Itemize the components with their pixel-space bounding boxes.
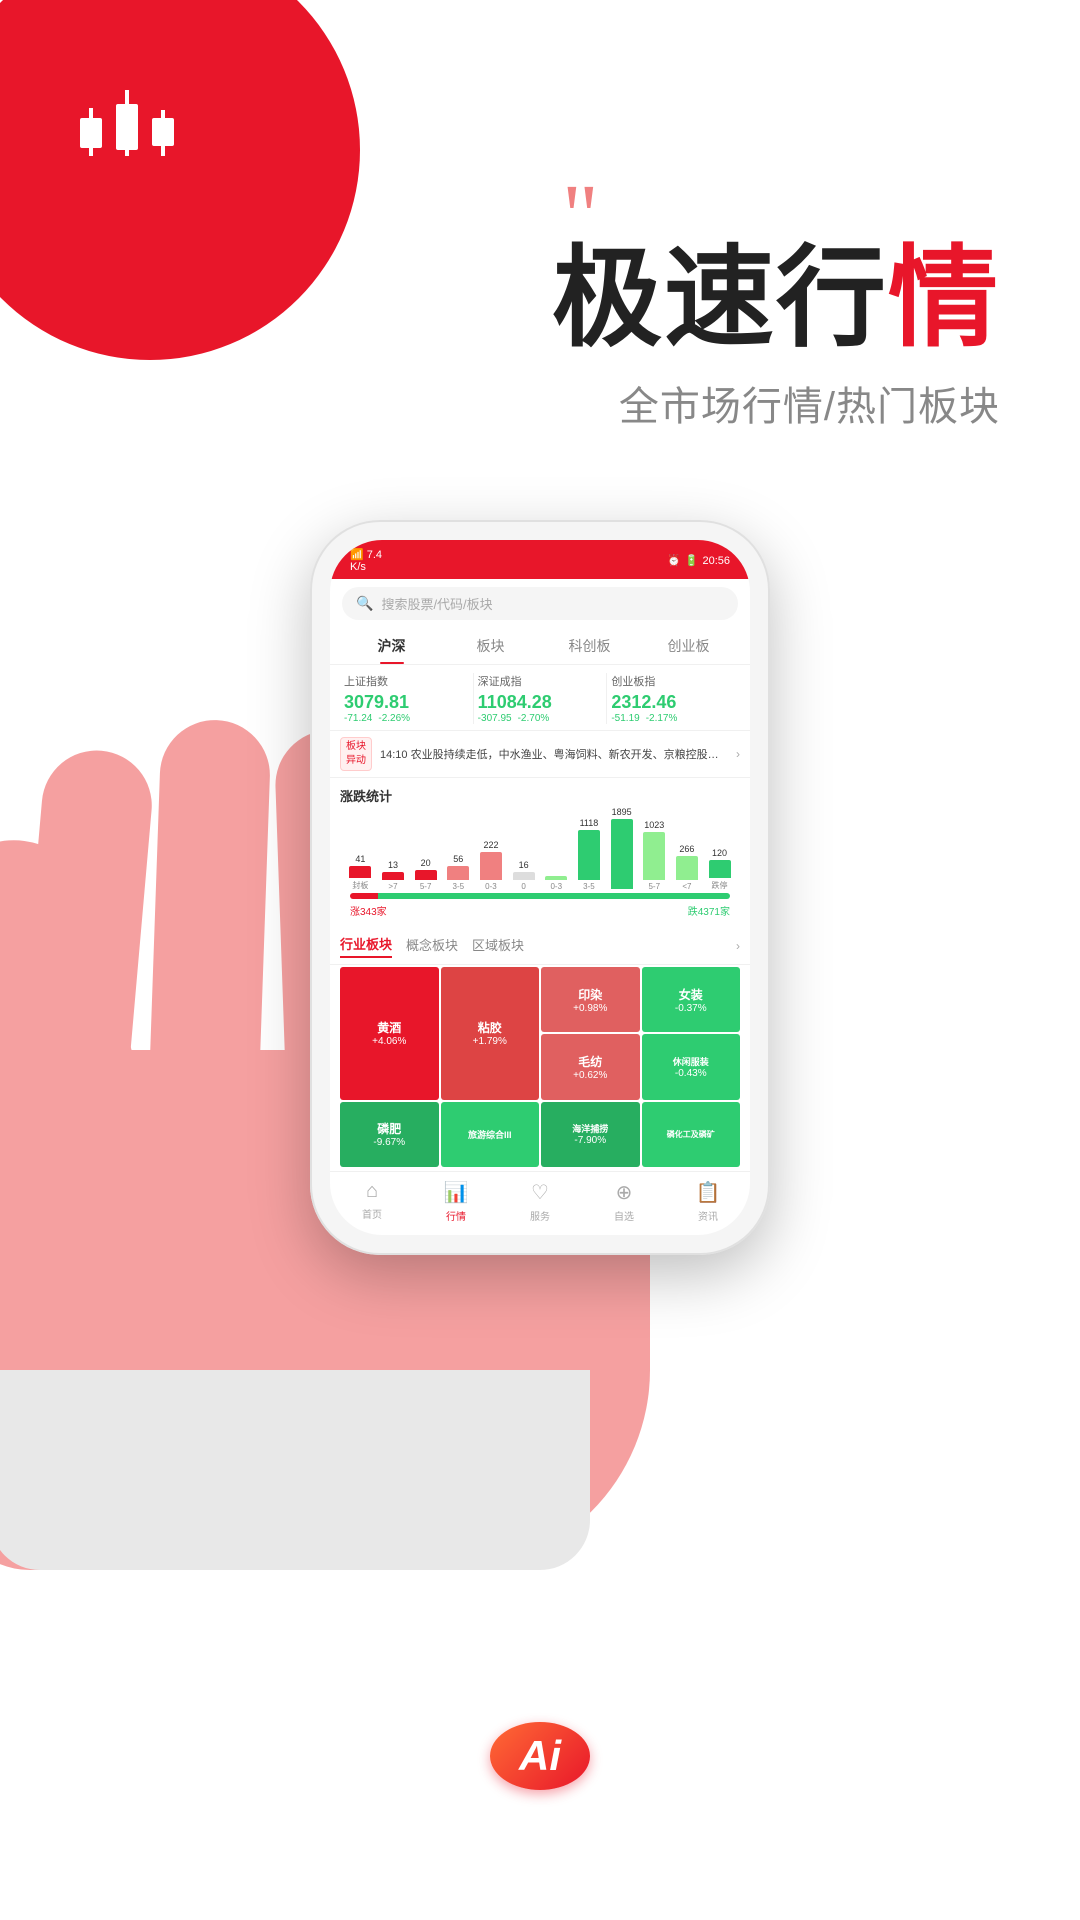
nav-service[interactable]: ♡ 服务 [498,1180,582,1223]
market-indices: 上证指数 3079.81 -71.24 -2.26% 深证成指 11084.28… [330,665,750,731]
rise-progress [350,893,378,899]
nav-watchlist[interactable]: ⊕ 自选 [582,1180,666,1223]
cell-huangjiu[interactable]: 黄酒 +4.06% [340,967,439,1100]
bar-266: 266 <7 [676,844,698,891]
cell-haiyangbulao[interactable]: 海洋捕捞 -7.90% [541,1102,640,1167]
nav-market[interactable]: 📊 行情 [414,1180,498,1223]
cell-linfei[interactable]: 磷肥 -9.67% [340,1102,439,1167]
bar-1023: 1023 5-7 [643,820,665,891]
tab-concept[interactable]: 概念板块 [406,935,458,957]
hero-subtitle: 全市场行情/热门板块 [552,374,1000,432]
tab-husheng[interactable]: 沪深 [342,628,441,664]
tab-bankuai[interactable]: 板块 [441,628,540,664]
search-icon: 🔍 [356,595,373,612]
cell-yinran[interactable]: 印染 +0.98% [541,967,640,1032]
bar-56: 56 3-5 [447,854,469,891]
cell-xiuxianfuzhuang[interactable]: 休闲服装 -0.43% [642,1034,741,1099]
bar-20: 20 5-7 [415,858,437,891]
home-icon: ⌂ [366,1180,378,1203]
phone-mockup: 📶 7.4K/s ⏰ 🔋 20:56 🔍 搜索股票/代码/板块 沪深 [305,520,775,1255]
quote-marks: " [562,190,1000,244]
stats-section: 涨跌统计 41 封板 13 >7 20 [330,778,750,928]
index-shenzhen: 深证成指 11084.28 -307.95 -2.70% [474,673,608,724]
nav-watchlist-label: 自选 [614,1208,634,1223]
bar-16: 16 0 [513,860,535,891]
bar-13: 13 >7 [382,860,404,891]
news-icon: 📋 [696,1180,721,1205]
stats-title: 涨跌统计 [340,786,740,805]
battery-icon: 🔋 [685,554,699,567]
market-tabs: 沪深 板块 科创板 创业板 [330,628,750,665]
cell-lvyouzonghe[interactable]: 旅游综合III [441,1102,540,1167]
nav-service-label: 服务 [530,1208,550,1223]
alarm-icon: ⏰ [667,554,681,567]
bar-120: 120 跌停 [709,848,731,891]
search-bar[interactable]: 🔍 搜索股票/代码/板块 [342,587,738,620]
market-count-row: 涨343家 跌4371家 [340,901,740,924]
search-placeholder: 搜索股票/代码/板块 [381,594,492,613]
nav-home[interactable]: ⌂ 首页 [330,1180,414,1223]
status-icons: 📶 7.4K/s [350,548,382,573]
app-logo-icon [80,90,174,156]
status-left: 📶 7.4K/s [350,548,382,573]
bar-0-3: 0-3 [545,874,567,891]
bar-222: 222 0-3 [480,840,502,891]
nav-home-label: 首页 [362,1206,382,1221]
sector-more-icon[interactable]: › [736,939,740,953]
watchlist-icon: ⊕ [616,1180,633,1205]
cell-maofang[interactable]: 毛纺 +0.62% [541,1034,640,1099]
index-shanghai: 上证指数 3079.81 -71.24 -2.26% [340,673,474,724]
bar-1895: 1895 [611,807,633,891]
hero-title: 极速行情 [552,244,1000,354]
rise-fall-progress [350,893,730,899]
fall-count: 跌4371家 [688,903,730,918]
ticker-arrow-icon: › [736,747,740,761]
status-right: ⏰ 🔋 20:56 [667,554,730,567]
status-bar: 📶 7.4K/s ⏰ 🔋 20:56 [330,540,750,579]
bottom-navigation: ⌂ 首页 📊 行情 ♡ 服务 ⊕ 自选 📋 资讯 [330,1171,750,1235]
nav-news-label: 资讯 [698,1208,718,1223]
ai-badge-label: Ai [519,1732,561,1780]
bar-1118: 1118 3-5 [578,818,600,891]
hero-text-section: " 极速行情 全市场行情/热门板块 [552,190,1000,432]
tab-industry[interactable]: 行业板块 [340,934,392,958]
rise-count: 涨343家 [350,903,387,918]
tab-chuangye[interactable]: 创业板 [639,628,738,664]
tab-kechuang[interactable]: 科创板 [540,628,639,664]
bar-chart: 41 封板 13 >7 20 5-7 56 [340,811,740,891]
cell-nvzhuang[interactable]: 女装 -0.37% [642,967,741,1032]
fall-progress [378,893,730,899]
nav-market-label: 行情 [446,1208,466,1223]
sector-tabs: 行业板块 概念板块 区域板块 › [330,928,750,965]
nav-news[interactable]: 📋 资讯 [666,1180,750,1223]
red-circle-decoration [0,0,360,360]
sector-treemap: 黄酒 +4.06% 粘胶 +1.79% 印染 +0.98% 女装 -0.37% [340,967,740,1167]
bar-41: 41 封板 [349,854,371,891]
market-icon: 📊 [444,1180,469,1205]
phone-screen: 📶 7.4K/s ⏰ 🔋 20:56 🔍 搜索股票/代码/板块 沪深 [330,540,750,1235]
ai-badge[interactable]: Ai [490,1722,590,1790]
ticker-badge: 板块 异动 [340,737,372,771]
ticker-text: 14:10 农业股持续走低，中水渔业、粤海饲料、新农开发、京粮控股、冠农股份等 [380,746,728,762]
time-display: 20:56 [702,555,730,567]
cell-linhuagong[interactable]: 磷化工及磷矿 [642,1102,741,1167]
cell-nianjiao[interactable]: 粘胶 +1.79% [441,967,540,1100]
tab-region[interactable]: 区域板块 [472,935,524,957]
phone-outer-frame: 📶 7.4K/s ⏰ 🔋 20:56 🔍 搜索股票/代码/板块 沪深 [310,520,770,1255]
index-chuangye: 创业板指 2312.46 -51.19 -2.17% [607,673,740,724]
service-icon: ♡ [531,1180,549,1205]
news-ticker[interactable]: 板块 异动 14:10 农业股持续走低，中水渔业、粤海饲料、新农开发、京粮控股、… [330,731,750,778]
